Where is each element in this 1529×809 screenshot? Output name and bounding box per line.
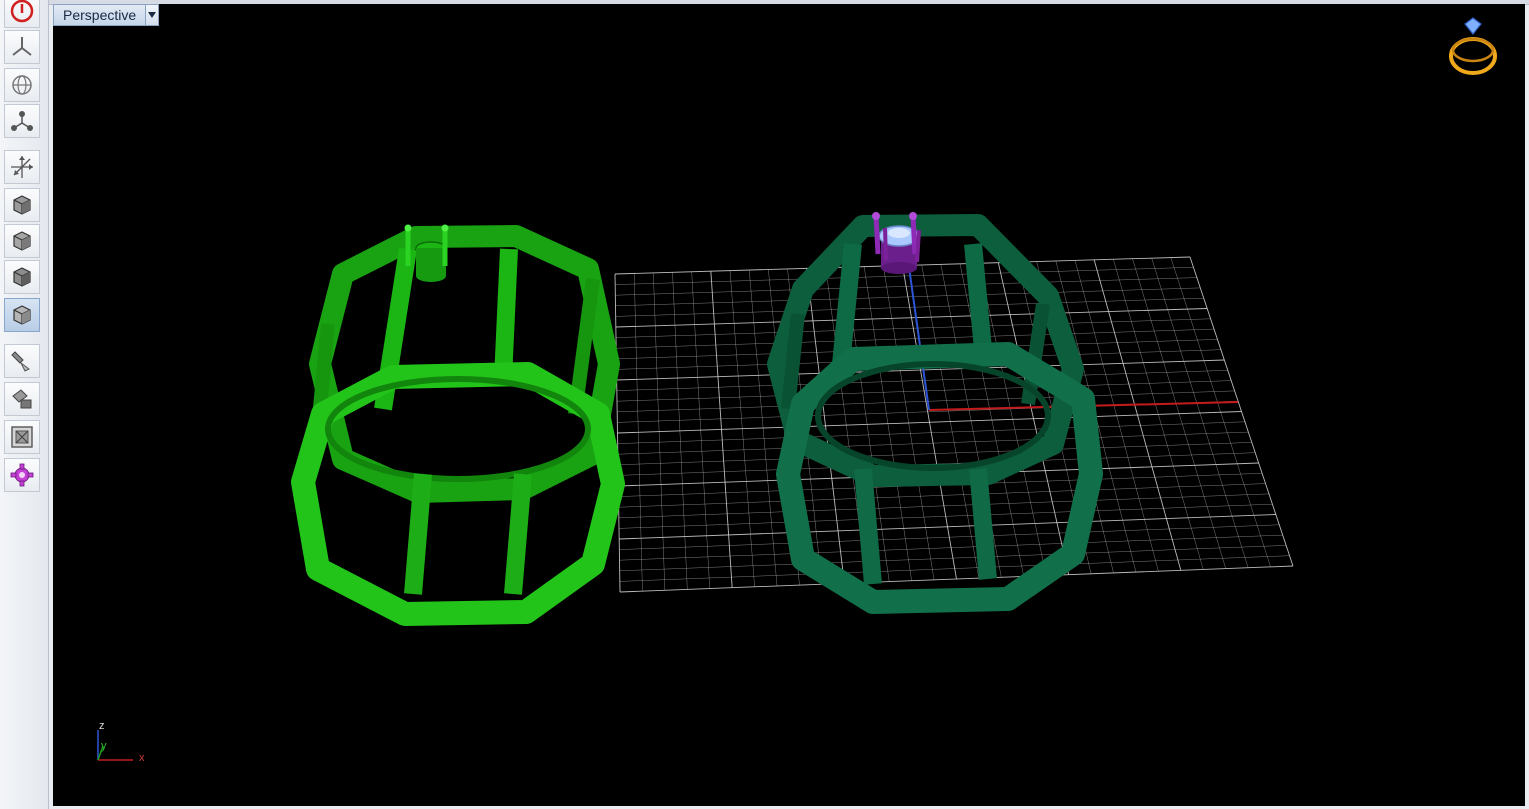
grid-line [617, 431, 1249, 455]
cube-icon [13, 195, 31, 215]
render-tool-1-button[interactable] [4, 344, 40, 378]
viewport-title-tab[interactable]: Perspective [53, 4, 160, 26]
grid-line [619, 555, 1290, 582]
settings-button[interactable] [4, 458, 40, 492]
triad-y-label: y [101, 740, 107, 752]
viewport-title: Perspective [63, 7, 137, 23]
paint-icon [12, 389, 32, 409]
grid-line [921, 264, 980, 579]
zoom-extents-button[interactable] [4, 420, 40, 454]
grid-line [1151, 258, 1249, 568]
zoom-extents-icon [11, 426, 33, 448]
grid-line [617, 421, 1245, 444]
perspective-viewport[interactable]: z y x Perspective [53, 4, 1525, 806]
brush-icon [11, 351, 30, 372]
triad-x-label: x [139, 752, 145, 764]
power-icon [10, 0, 34, 23]
grid-line [619, 545, 1287, 572]
construction-grid [614, 256, 1294, 593]
triad-z-label: z [99, 720, 105, 732]
grid-line [1132, 258, 1226, 569]
grid-line [618, 503, 1273, 529]
grid-line [1093, 259, 1182, 571]
grid-line [619, 534, 1283, 561]
power-button[interactable] [4, 0, 40, 28]
nodes-icon [11, 111, 33, 131]
z-axis-line [907, 259, 930, 411]
shade-mode-2-button[interactable] [4, 224, 40, 258]
globe-icon [12, 75, 32, 95]
nodes-button[interactable] [4, 104, 40, 138]
grid-line [617, 442, 1252, 466]
scene-canvas[interactable]: z y x [53, 4, 1525, 806]
grid-line [619, 565, 1294, 593]
grid-line [1189, 256, 1294, 567]
grid-line [617, 411, 1242, 434]
axes-icon [11, 156, 33, 178]
cube-icon [13, 305, 31, 325]
cube-icon [13, 267, 31, 287]
shade-mode-4-button[interactable] [4, 298, 40, 332]
grid-line [1170, 257, 1271, 567]
axis-triad: z y x [97, 720, 145, 764]
ring-icon[interactable] [1449, 17, 1497, 75]
grid-line [1113, 259, 1204, 570]
left-toolbar [0, 0, 49, 809]
grid-line [619, 524, 1280, 550]
view-top-icon [12, 37, 32, 56]
bright-green-ring[interactable] [291, 224, 625, 626]
grid-line [618, 493, 1269, 519]
gear-icon [10, 463, 34, 487]
globe-view-button[interactable] [4, 68, 40, 102]
shade-mode-1-button[interactable] [4, 188, 40, 222]
cube-icon [13, 231, 31, 251]
top-view-button[interactable] [4, 30, 40, 64]
grid-line [619, 514, 1276, 540]
grid-line [618, 483, 1266, 508]
axes-button[interactable] [4, 150, 40, 184]
render-tool-2-button[interactable] [4, 382, 40, 416]
dark-green-ring[interactable] [767, 212, 1103, 614]
chevron-down-icon[interactable] [145, 5, 159, 25]
shade-mode-3-button[interactable] [4, 260, 40, 294]
